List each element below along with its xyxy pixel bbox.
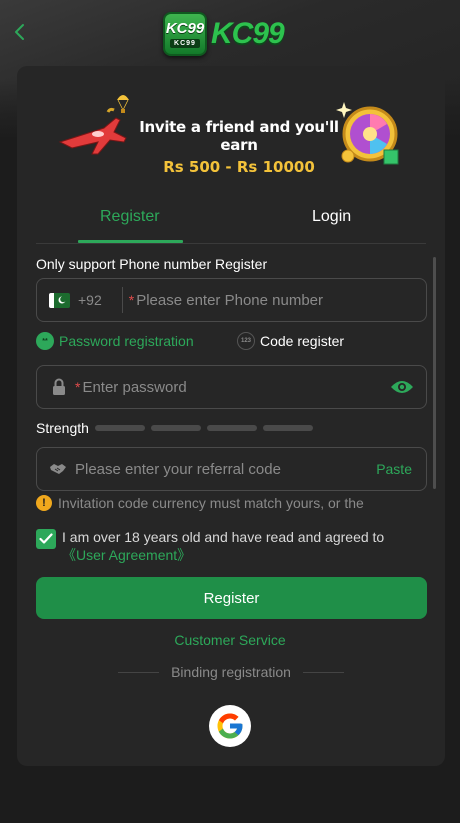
register-button[interactable]: Register	[36, 577, 427, 619]
strength-bar	[150, 425, 201, 431]
required-mark: *	[75, 379, 81, 395]
logo-badge-subtext: KC99	[170, 38, 200, 48]
user-agreement-link[interactable]: 《User Agreement》	[62, 547, 191, 563]
strength-bar	[206, 425, 257, 431]
password-strength: Strength	[36, 420, 313, 436]
referral-code-input[interactable]	[75, 448, 377, 490]
agreement-row: I am over 18 years old and have read and…	[36, 528, 426, 564]
eye-icon[interactable]	[390, 379, 414, 395]
agreement-statement: I am over 18 years old and have read and…	[62, 529, 385, 545]
field-divider	[121, 287, 123, 313]
phone-input[interactable]	[136, 279, 426, 321]
password-registration-label: Password registration	[59, 333, 194, 349]
invite-banner[interactable]: Invite a friend and you'll earn Rs 500 -…	[40, 86, 424, 176]
logo-wordmark: KC99	[211, 17, 285, 50]
back-button[interactable]	[8, 20, 32, 44]
lock-icon	[53, 378, 65, 395]
divider-line	[118, 671, 160, 673]
invitation-notice: ! Invitation code currency must match yo…	[36, 495, 364, 511]
pakistan-flag-icon	[49, 292, 70, 308]
tab-login[interactable]: Login	[312, 208, 351, 226]
password-input[interactable]	[82, 366, 390, 408]
chevron-left-icon	[15, 24, 24, 40]
code-mode-icon: 123	[237, 332, 255, 350]
code-register-option[interactable]: 123 Code register	[237, 332, 344, 350]
strength-label: Strength	[36, 420, 89, 436]
agreement-checkbox[interactable]	[36, 529, 56, 549]
tab-register[interactable]: Register	[100, 208, 160, 226]
strength-bar	[94, 425, 145, 431]
divider-line	[302, 671, 345, 673]
brand-logo: KC99 KC99 KC99	[163, 12, 285, 56]
phone-field[interactable]: +92 *	[36, 278, 427, 322]
strength-bar	[262, 425, 313, 431]
google-signin-button[interactable]	[209, 705, 251, 747]
password-registration-option[interactable]: ** Password registration	[36, 332, 194, 350]
checkmark-icon	[39, 533, 53, 544]
logo-badge: KC99 KC99	[163, 12, 207, 56]
banner-text: Invite a friend and you'll earn Rs 500 -…	[124, 118, 354, 176]
parachute-icon	[117, 95, 129, 113]
active-tab-indicator	[78, 240, 183, 243]
binding-label: Binding registration	[171, 664, 291, 680]
logo-badge-text: KC99	[165, 19, 205, 37]
required-mark: *	[128, 292, 135, 308]
handshake-icon	[50, 464, 66, 474]
warning-icon: !	[36, 495, 52, 511]
section-title: Only support Phone number Register	[36, 256, 268, 272]
prize-wheel-icon	[336, 102, 399, 165]
google-icon	[217, 713, 243, 739]
auth-tabs: Register Login	[36, 200, 426, 244]
customer-service-link[interactable]: Customer Service	[0, 632, 460, 648]
country-code[interactable]: +92	[78, 292, 102, 308]
password-mode-icon: **	[36, 332, 54, 350]
banner-reward: Rs 500 - Rs 10000	[163, 158, 315, 176]
binding-divider: Binding registration	[118, 664, 345, 680]
airplane-icon	[58, 107, 127, 155]
referral-field[interactable]: Paste	[36, 447, 427, 491]
banner-headline: Invite a friend and you'll earn	[139, 118, 339, 154]
notice-text: Invitation code currency must match your…	[58, 495, 364, 511]
paste-button[interactable]: Paste	[376, 461, 412, 477]
password-field[interactable]: *	[36, 365, 427, 409]
code-register-label: Code register	[260, 333, 345, 349]
scrollbar[interactable]	[433, 257, 436, 489]
agreement-text: I am over 18 years old and have read and…	[62, 528, 422, 564]
